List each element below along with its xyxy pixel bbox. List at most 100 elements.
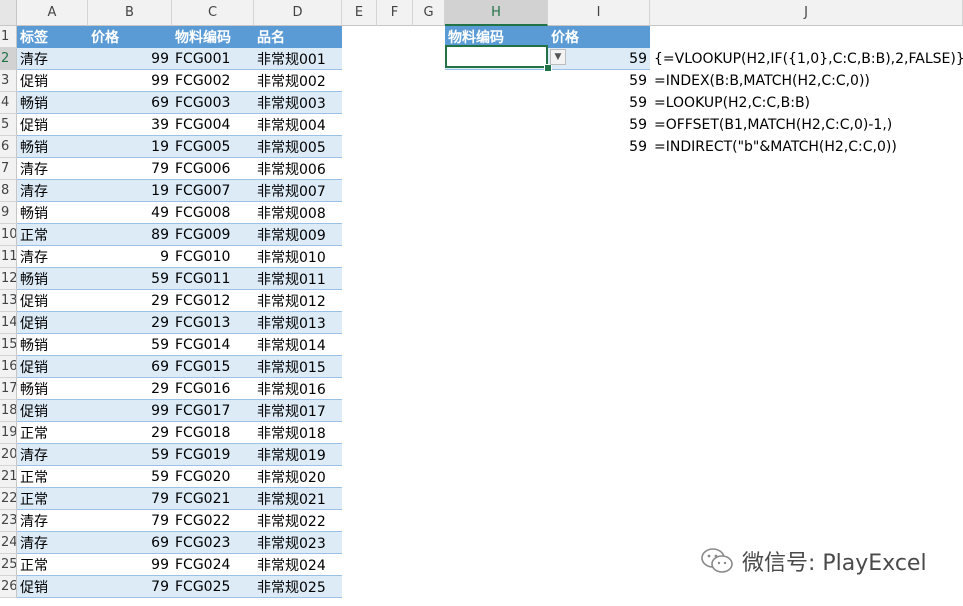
table-cell[interactable]: 正常 [17,224,88,246]
table-cell[interactable]: FCG025 [172,576,254,598]
row-header-2[interactable]: 2 [0,48,17,70]
table-cell[interactable]: FCG023 [172,532,254,554]
row-header-26[interactable]: 26 [0,576,17,598]
lookup-result-cell[interactable]: 59 [548,92,650,114]
table-cell[interactable]: 69 [88,92,172,114]
table-cell[interactable]: 畅销 [17,268,88,290]
lookup-header-cell[interactable]: 物料编码 [445,26,548,48]
table-cell[interactable]: 正常 [17,488,88,510]
table-cell[interactable]: 非常规010 [254,246,342,268]
table-cell[interactable]: 99 [88,70,172,92]
table-cell[interactable]: 清存 [17,48,88,70]
table-cell[interactable]: FCG018 [172,422,254,444]
table-cell[interactable]: 非常规006 [254,158,342,180]
table-header-cell[interactable]: 标签 [17,26,88,48]
table-cell[interactable]: 非常规001 [254,48,342,70]
table-cell[interactable]: 99 [88,400,172,422]
table-cell[interactable]: 非常规018 [254,422,342,444]
table-cell[interactable]: 79 [88,510,172,532]
table-cell[interactable]: FCG010 [172,246,254,268]
table-cell[interactable]: 畅销 [17,202,88,224]
table-cell[interactable]: 清存 [17,510,88,532]
row-header-6[interactable]: 6 [0,136,17,158]
table-cell[interactable]: 29 [88,378,172,400]
table-cell[interactable]: FCG013 [172,312,254,334]
table-cell[interactable]: 非常规004 [254,114,342,136]
table-cell[interactable]: 畅销 [17,378,88,400]
table-cell[interactable]: 非常规019 [254,444,342,466]
formula-text-cell[interactable]: {=VLOOKUP(H2,IF({1,0},C:C,B:B),2,FALSE)} [650,48,963,70]
column-header-b[interactable]: B [88,0,172,26]
table-cell[interactable]: 非常规002 [254,70,342,92]
table-cell[interactable]: 49 [88,202,172,224]
lookup-result-cell[interactable]: 59 [548,136,650,158]
row-header-17[interactable]: 17 [0,378,17,400]
formula-text-cell[interactable]: =LOOKUP(H2,C:C,B:B) [650,92,963,114]
fill-handle[interactable] [544,64,552,72]
row-header-20[interactable]: 20 [0,444,17,466]
row-header-24[interactable]: 24 [0,532,17,554]
table-cell[interactable]: 39 [88,114,172,136]
table-cell[interactable]: 清存 [17,180,88,202]
table-cell[interactable]: 非常规014 [254,334,342,356]
table-cell[interactable]: FCG006 [172,158,254,180]
column-header-g[interactable]: G [413,0,445,26]
table-cell[interactable]: 非常规024 [254,554,342,576]
table-cell[interactable]: FCG012 [172,290,254,312]
column-header-a[interactable]: A [17,0,88,26]
table-cell[interactable]: FCG016 [172,378,254,400]
table-cell[interactable]: 促销 [17,576,88,598]
table-cell[interactable]: FCG005 [172,136,254,158]
table-cell[interactable]: FCG019 [172,444,254,466]
table-cell[interactable]: 非常规008 [254,202,342,224]
table-cell[interactable]: 59 [88,466,172,488]
table-cell[interactable]: FCG022 [172,510,254,532]
table-cell[interactable]: FCG024 [172,554,254,576]
table-cell[interactable]: 非常规020 [254,466,342,488]
row-header-14[interactable]: 14 [0,312,17,334]
row-header-7[interactable]: 7 [0,158,17,180]
table-cell[interactable]: 促销 [17,290,88,312]
column-header-e[interactable]: E [342,0,377,26]
table-cell[interactable]: 非常规025 [254,576,342,598]
table-cell[interactable]: FCG021 [172,488,254,510]
formula-text-cell[interactable]: =INDIRECT("b"&MATCH(H2,C:C,0)) [650,136,963,158]
column-header-d[interactable]: D [254,0,342,26]
row-header-10[interactable]: 10 [0,224,17,246]
row-header-12[interactable]: 12 [0,268,17,290]
table-cell[interactable]: 99 [88,554,172,576]
lookup-input-cell[interactable]: FCG011 [445,48,548,70]
table-cell[interactable]: FCG009 [172,224,254,246]
row-header-22[interactable]: 22 [0,488,17,510]
row-header-1[interactable]: 1 [0,26,17,48]
table-cell[interactable]: 29 [88,312,172,334]
table-cell[interactable]: 非常规005 [254,136,342,158]
formula-text-cell[interactable]: =OFFSET(B1,MATCH(H2,C:C,0)-1,) [650,114,963,136]
table-cell[interactable]: 清存 [17,246,88,268]
table-cell[interactable]: FCG017 [172,400,254,422]
column-header-h[interactable]: H [445,0,548,26]
table-cell[interactable]: 非常规015 [254,356,342,378]
table-cell[interactable]: 促销 [17,114,88,136]
table-cell[interactable]: 非常规016 [254,378,342,400]
table-cell[interactable]: 非常规021 [254,488,342,510]
table-cell[interactable]: 29 [88,422,172,444]
table-cell[interactable]: 促销 [17,356,88,378]
table-cell[interactable]: 99 [88,48,172,70]
table-cell[interactable]: 29 [88,290,172,312]
row-header-23[interactable]: 23 [0,510,17,532]
table-cell[interactable]: FCG015 [172,356,254,378]
column-header-f[interactable]: F [377,0,413,26]
table-cell[interactable]: FCG007 [172,180,254,202]
table-cell[interactable]: FCG011 [172,268,254,290]
table-cell[interactable]: 清存 [17,444,88,466]
table-cell[interactable]: 19 [88,136,172,158]
column-header-i[interactable]: I [548,0,650,26]
table-cell[interactable]: FCG001 [172,48,254,70]
table-cell[interactable]: 非常规003 [254,92,342,114]
validation-dropdown-button[interactable]: ▼ [550,49,566,65]
table-cell[interactable]: 促销 [17,70,88,92]
table-cell[interactable]: FCG008 [172,202,254,224]
table-cell[interactable]: 69 [88,532,172,554]
table-cell[interactable]: 正常 [17,422,88,444]
